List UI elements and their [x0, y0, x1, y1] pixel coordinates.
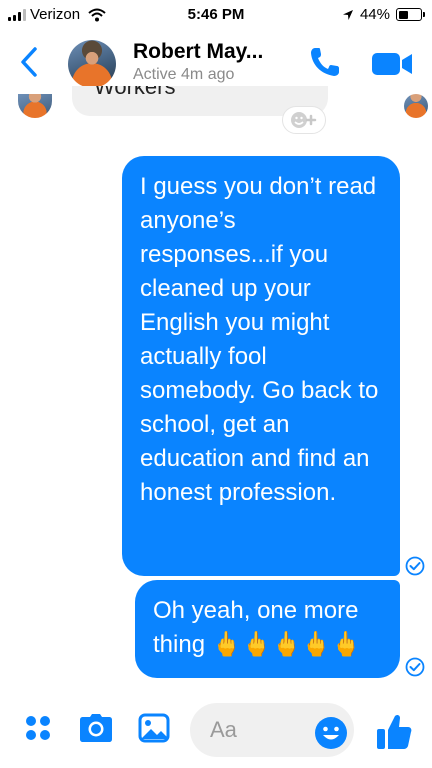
- apps-grid-icon: [26, 716, 50, 740]
- sent-message-text: Oh yeah, one more thing 🖕🖕🖕🖕🖕: [153, 597, 362, 658]
- status-bar: Verizon 5:46 PM 44%: [0, 0, 432, 30]
- battery-icon: [396, 8, 425, 21]
- read-receipt-avatar: [404, 94, 428, 118]
- status-right: 44%: [342, 6, 425, 23]
- sent-message[interactable]: Oh yeah, one more thing 🖕🖕🖕🖕🖕: [135, 580, 400, 678]
- thumbs-up-icon[interactable]: [374, 712, 414, 752]
- apps-button[interactable]: [20, 710, 56, 746]
- battery-percent: 44%: [359, 6, 390, 23]
- phone-icon[interactable]: [306, 44, 346, 80]
- camera-icon: [80, 714, 112, 742]
- conversation-header: Robert May... Active 4m ago: [0, 30, 432, 94]
- sent-message[interactable]: I guess you don’t read anyone’s response…: [122, 156, 400, 576]
- location-arrow-icon: [342, 9, 353, 20]
- sent-message-text: I guess you don’t read anyone’s response…: [140, 173, 379, 506]
- back-button[interactable]: [20, 42, 50, 82]
- add-reaction-icon: [291, 112, 317, 128]
- add-reaction-button[interactable]: [282, 106, 326, 134]
- photo-button[interactable]: [136, 710, 172, 746]
- emoji-icon[interactable]: [314, 716, 348, 750]
- video-camera-icon[interactable]: [370, 48, 416, 78]
- contact-avatar[interactable]: [68, 40, 116, 88]
- battery-fill: [398, 10, 408, 19]
- delivered-check-icon: [405, 556, 425, 576]
- received-message-text: Workers: [94, 86, 176, 99]
- photo-icon: [138, 713, 170, 743]
- sender-avatar[interactable]: [18, 94, 52, 118]
- delivered-check-icon: [405, 657, 425, 677]
- back-chevron-icon: [21, 47, 37, 77]
- contact-name[interactable]: Robert May...: [133, 40, 263, 64]
- active-status: Active 4m ago: [133, 66, 235, 83]
- camera-button[interactable]: [78, 710, 114, 746]
- composer-bar: [0, 694, 432, 768]
